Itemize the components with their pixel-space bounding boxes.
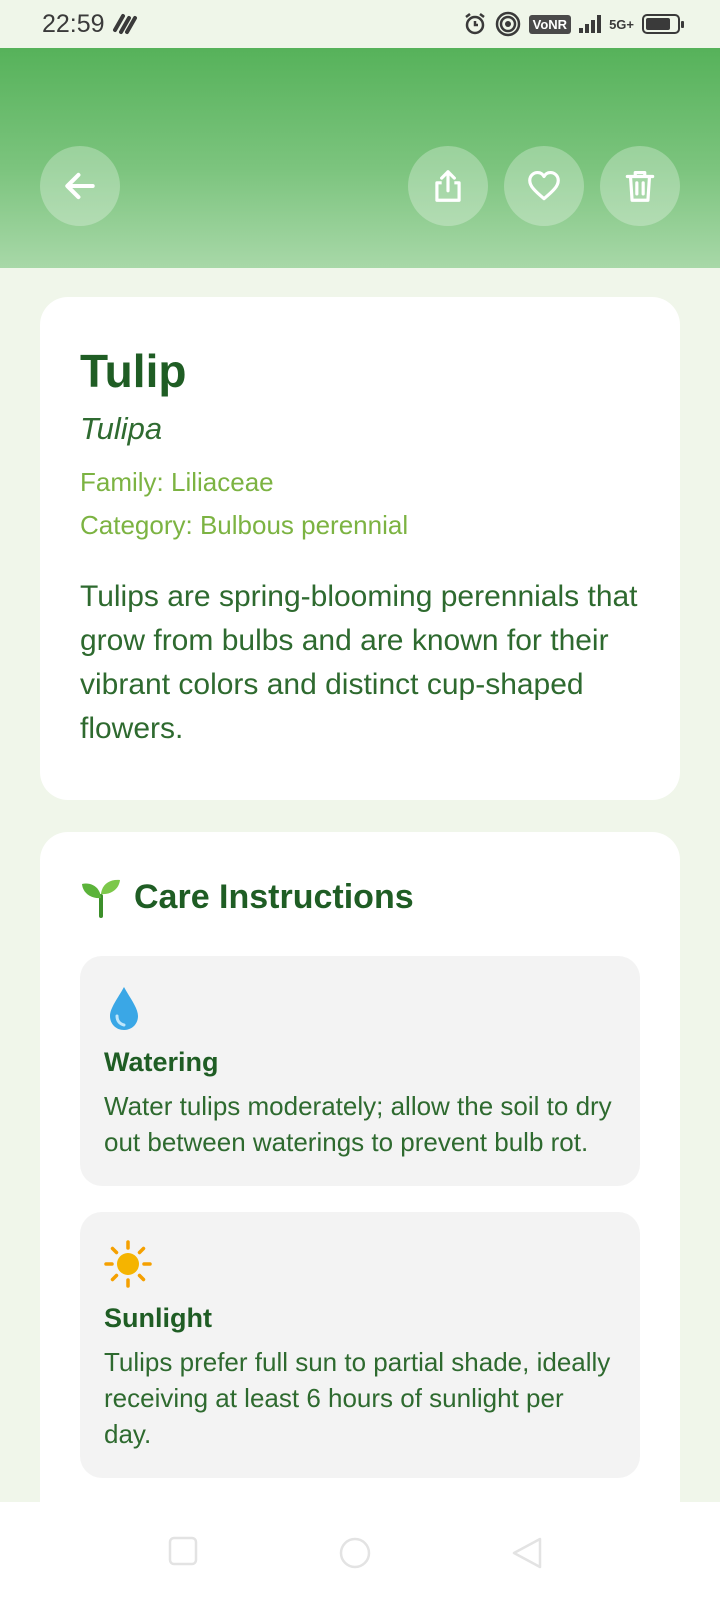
status-right: VoNR 5G+ xyxy=(463,11,684,37)
alarm-icon xyxy=(464,13,485,35)
status-time: 22:59 xyxy=(42,9,105,38)
network-label: 5G+ xyxy=(609,16,634,32)
battery-icon xyxy=(642,14,684,34)
care-item-title: Sunlight xyxy=(104,1303,212,1333)
status-left: 22:59 xyxy=(42,10,139,39)
heart-icon xyxy=(528,170,560,201)
plant-family: Family: Liliaceae xyxy=(80,467,274,497)
arrow-left-icon xyxy=(65,172,95,200)
share-icon xyxy=(435,170,461,202)
back-nav-button[interactable] xyxy=(510,1536,544,1570)
delete-button[interactable] xyxy=(600,146,680,226)
system-nav-bar xyxy=(0,1502,720,1600)
trash-icon xyxy=(625,170,655,202)
plant-description: Tulips are spring-blooming perennials th… xyxy=(80,580,638,745)
favorite-button[interactable] xyxy=(504,146,584,226)
recent-apps-button[interactable] xyxy=(168,1536,198,1566)
sun-icon xyxy=(104,1240,152,1288)
care-title: Care Instructions xyxy=(134,877,414,916)
care-title-row: Care Instructions xyxy=(80,876,640,918)
share-button[interactable] xyxy=(408,146,488,226)
vonr-badge: VoNR xyxy=(528,14,572,34)
care-instructions-card: Care Instructions Watering Water tulips … xyxy=(40,832,680,1532)
care-item-text: Tulips prefer full sun to partial shade,… xyxy=(104,1347,611,1449)
hotspot-icon xyxy=(495,11,520,37)
plant-info-card: Tulip Tulipa Family: Liliaceae Category:… xyxy=(40,297,680,800)
seedling-icon xyxy=(82,879,120,918)
gesture-icon xyxy=(112,14,137,34)
care-item-watering: Watering Water tulips moderately; allow … xyxy=(80,956,640,1186)
plant-category: Category: Bulbous perennial xyxy=(80,510,409,540)
care-item-title: Watering xyxy=(104,1047,219,1077)
plant-name: Tulip xyxy=(80,345,187,397)
signal-icon xyxy=(579,15,602,33)
battery-level xyxy=(646,18,670,30)
water-drop-icon xyxy=(110,987,138,1030)
home-button[interactable] xyxy=(338,1536,372,1570)
status-bar: 22:59 VoNR 5G+ xyxy=(0,0,720,48)
header xyxy=(0,48,720,268)
scientific-name: Tulipa xyxy=(80,411,163,446)
care-item-sunlight: Sunlight Tulips prefer full sun to parti… xyxy=(80,1212,640,1478)
care-item-text: Water tulips moderately; allow the soil … xyxy=(104,1091,612,1157)
back-button[interactable] xyxy=(40,146,120,226)
